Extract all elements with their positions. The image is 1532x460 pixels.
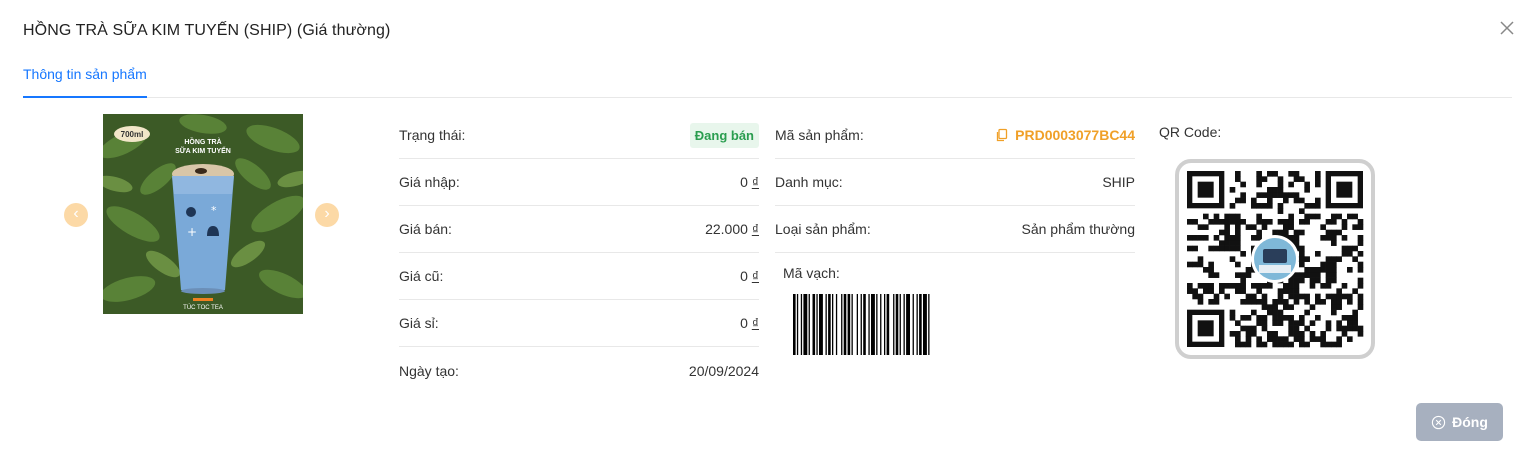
product-detail-modal: HỒNG TRÀ SỮA KIM TUYẾN (SHIP) (Giá thườn…: [0, 0, 1532, 460]
row-category: Danh mục: SHIP: [775, 159, 1135, 206]
chevron-right-icon[interactable]: ›: [315, 203, 339, 227]
qr-label: QR Code:: [1159, 124, 1222, 140]
created-date-value: 20/09/2024: [688, 362, 759, 379]
status-badge: Đang bán: [689, 122, 759, 148]
category-value: SHIP: [1102, 174, 1135, 190]
qr-code-image: [1175, 159, 1375, 359]
product-code-value: PRD0003077BC44: [1015, 127, 1135, 143]
product-type-label: Loại sản phẩm:: [775, 221, 871, 237]
product-code[interactable]: PRD0003077BC44: [995, 127, 1135, 143]
row-old-price: Giá cũ: 0 ₫: [399, 253, 759, 300]
created-date-label: Ngày tạo:: [399, 362, 459, 379]
size-tag: 700ml: [121, 130, 144, 139]
chevron-left-icon[interactable]: ‹: [64, 203, 88, 227]
status-label: Trạng thái:: [399, 127, 466, 143]
barcode-label: Mã vạch:: [783, 265, 840, 281]
svg-text:*: *: [211, 204, 217, 217]
import-price-value: 0 ₫: [740, 174, 759, 190]
barcode-image: [790, 294, 1018, 355]
row-product-type: Loại sản phẩm: Sản phẩm thường: [775, 206, 1135, 253]
category-label: Danh mục:: [775, 174, 843, 190]
wholesale-price-value: 0 ₫: [740, 315, 759, 331]
product-type-value: Sản phẩm thường: [1021, 221, 1135, 237]
old-price-value: 0 ₫: [740, 268, 759, 284]
tab-bar: Thông tin sản phẩm: [23, 60, 1512, 98]
row-sale-price: Giá bán: 22.000 ₫: [399, 206, 759, 253]
row-wholesale-price: Giá sỉ: 0 ₫: [399, 300, 759, 347]
import-price-label: Giá nhập:: [399, 174, 460, 190]
sale-price-label: Giá bán:: [399, 221, 452, 237]
svg-text:+: +: [187, 225, 197, 239]
info-table-right: Mã sản phẩm: PRD0003077BC44 Danh mục: SH…: [775, 112, 1135, 253]
product-code-label: Mã sản phẩm:: [775, 127, 864, 143]
close-button-label: Đóng: [1452, 414, 1488, 430]
copy-icon[interactable]: [995, 128, 1009, 142]
image-carousel: ‹ 700ml HỒNG TRÀ SỮA KIM TUYẾN * + TÚC T…: [64, 114, 344, 314]
info-table-left: Trạng thái: Đang bán Giá nhập: 0 ₫ Giá b…: [399, 112, 759, 394]
tab-product-info[interactable]: Thông tin sản phẩm: [23, 66, 147, 98]
sale-price-value: 22.000 ₫: [705, 221, 759, 237]
row-import-price: Giá nhập: 0 ₫: [399, 159, 759, 206]
modal-title: HỒNG TRÀ SỮA KIM TUYẾN (SHIP) (Giá thườn…: [23, 22, 391, 39]
product-image: 700ml HỒNG TRÀ SỮA KIM TUYẾN * + TÚC TOC…: [103, 114, 303, 314]
row-product-code: Mã sản phẩm: PRD0003077BC44: [775, 112, 1135, 159]
wholesale-price-label: Giá sỉ:: [399, 315, 439, 331]
close-icon[interactable]: [1498, 19, 1516, 37]
brand-mark: TÚC TOC TEA: [183, 304, 223, 311]
close-button[interactable]: Đóng: [1416, 403, 1503, 441]
row-status: Trạng thái: Đang bán: [399, 112, 759, 159]
close-circle-icon: [1431, 415, 1446, 429]
old-price-label: Giá cũ:: [399, 268, 444, 284]
row-created-date: Ngày tạo: 20/09/2024: [399, 347, 759, 394]
